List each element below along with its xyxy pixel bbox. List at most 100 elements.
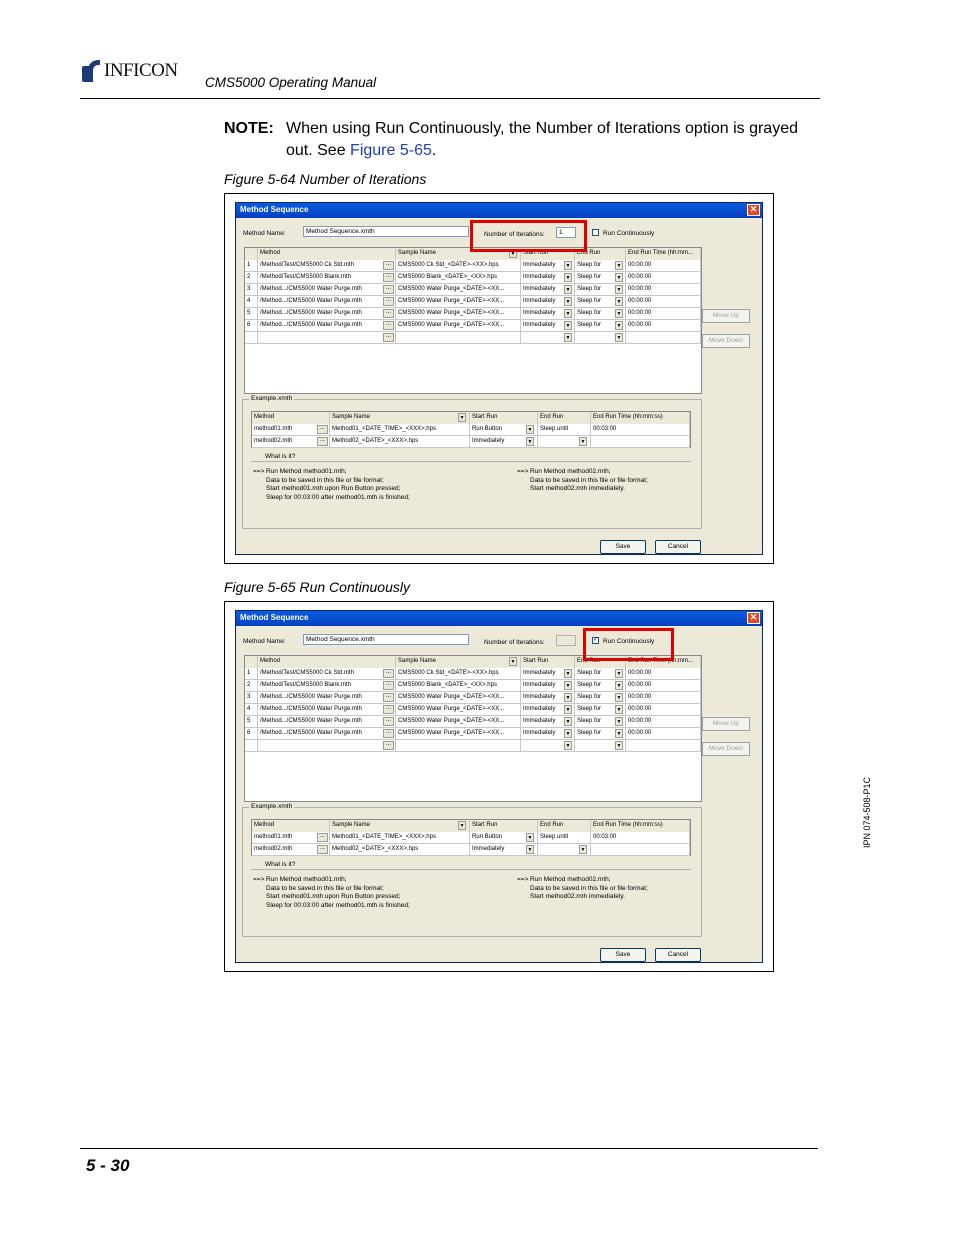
end-run-dropdown-icon[interactable]: ▼: [615, 729, 623, 738]
table-cell[interactable]: /Method.../CMS5000 Water Purge.mth: [258, 296, 396, 308]
table-cell[interactable]: 00:00:00: [626, 284, 701, 296]
table-cell[interactable]: 00:00:00: [626, 704, 701, 716]
end-run-dropdown-icon[interactable]: ▼: [615, 717, 623, 726]
start-run-dropdown-icon[interactable]: ▼: [564, 705, 572, 714]
table-cell[interactable]: /Method.../CMS5000 Water Purge.mth: [258, 284, 396, 296]
table-cell[interactable]: CMS5000 Ck Std_<DATE>-<XX>.hps: [396, 668, 521, 680]
start-run-dropdown-icon[interactable]: ▼: [564, 669, 572, 678]
move-up-button[interactable]: Move Up: [702, 309, 750, 323]
close-icon[interactable]: ✕: [747, 204, 760, 216]
start-run-dropdown-icon[interactable]: ▼: [564, 717, 572, 726]
browse-button[interactable]: ...: [383, 729, 394, 738]
browse-button[interactable]: ...: [383, 741, 394, 750]
table-cell[interactable]: CMS5000 Water Purge_<DATE>-<XX...: [396, 704, 521, 716]
start-run-dropdown-icon[interactable]: ▼: [564, 285, 572, 294]
table-cell[interactable]: 00:00:00: [626, 260, 701, 272]
end-run-dropdown-icon[interactable]: ▼: [615, 681, 623, 690]
end-run-dropdown-icon[interactable]: ▼: [615, 309, 623, 318]
table-cell[interactable]: 00:00:00: [626, 668, 701, 680]
table-cell[interactable]: CMS5000 Water Purge_<DATE>-<XX...: [396, 728, 521, 740]
table-cell[interactable]: CMS5000 Water Purge_<DATE>-<XX...: [396, 296, 521, 308]
table-cell[interactable]: 00:00:00: [626, 680, 701, 692]
table-cell[interactable]: /Method/Test/CMS5000 Ck Std.mth: [258, 260, 396, 272]
table-cell[interactable]: CMS5000 Blank_<DATE>_<XX>.hps: [396, 272, 521, 284]
method-name-input[interactable]: Method Sequence.xmth: [303, 226, 469, 237]
save-button[interactable]: Save: [600, 948, 646, 962]
table-cell[interactable]: CMS5000 Water Purge_<DATE>-<XX...: [396, 320, 521, 332]
start-run-dropdown-icon[interactable]: ▼: [564, 729, 572, 738]
start-run-dropdown-icon[interactable]: ▼: [564, 741, 572, 750]
table-cell[interactable]: 00:00:00: [626, 728, 701, 740]
browse-button[interactable]: ...: [383, 297, 394, 306]
start-run-dropdown-icon[interactable]: ▼: [564, 261, 572, 270]
iterations-input[interactable]: [556, 635, 576, 646]
browse-button[interactable]: ...: [383, 321, 394, 330]
browse-button[interactable]: ...: [383, 309, 394, 318]
end-run-dropdown-icon[interactable]: ▼: [615, 333, 623, 342]
start-run-dropdown-icon[interactable]: ▼: [564, 693, 572, 702]
table-cell[interactable]: 00:00:00: [626, 308, 701, 320]
table-cell[interactable]: 00:00:00: [626, 716, 701, 728]
end-run-dropdown-icon[interactable]: ▼: [615, 693, 623, 702]
table-cell[interactable]: [258, 332, 396, 344]
table-cell[interactable]: [626, 740, 701, 752]
table-cell[interactable]: [396, 740, 521, 752]
cancel-button[interactable]: Cancel: [655, 540, 701, 554]
end-run-dropdown-icon[interactable]: ▼: [615, 261, 623, 270]
table-cell[interactable]: 00:00:00: [626, 296, 701, 308]
move-down-button[interactable]: Move Down: [702, 742, 750, 756]
start-run-dropdown-icon[interactable]: ▼: [564, 681, 572, 690]
end-run-dropdown-icon[interactable]: ▼: [615, 273, 623, 282]
browse-button[interactable]: ...: [383, 285, 394, 294]
table-cell[interactable]: CMS5000 Ck Std_<DATE>-<XX>.hps: [396, 260, 521, 272]
end-run-dropdown-icon[interactable]: ▼: [615, 669, 623, 678]
table-cell[interactable]: CMS5000 Blank_<DATE>_<XX>.hps: [396, 680, 521, 692]
dropdown-icon[interactable]: ▼: [509, 657, 517, 666]
browse-button[interactable]: ...: [383, 693, 394, 702]
table-cell[interactable]: /Method/Test/CMS5000 Blank.mth: [258, 272, 396, 284]
close-icon[interactable]: ✕: [747, 612, 760, 624]
browse-button[interactable]: ...: [383, 705, 394, 714]
move-down-button[interactable]: Move Down: [702, 334, 750, 348]
end-run-dropdown-icon[interactable]: ▼: [615, 285, 623, 294]
browse-button[interactable]: ...: [383, 669, 394, 678]
end-run-dropdown-icon[interactable]: ▼: [615, 741, 623, 750]
table-cell[interactable]: [258, 740, 396, 752]
table-cell[interactable]: /Method.../CMS5000 Water Purge.mth: [258, 692, 396, 704]
start-run-dropdown-icon[interactable]: ▼: [564, 321, 572, 330]
browse-button[interactable]: ...: [383, 273, 394, 282]
table-cell[interactable]: /Method/Test/CMS5000 Blank.mth: [258, 680, 396, 692]
table-cell[interactable]: /Method.../CMS5000 Water Purge.mth: [258, 320, 396, 332]
table-cell[interactable]: 00:00:00: [626, 272, 701, 284]
table-cell[interactable]: /Method.../CMS5000 Water Purge.mth: [258, 728, 396, 740]
table-cell[interactable]: CMS5000 Water Purge_<DATE>-<XX...: [396, 284, 521, 296]
browse-button[interactable]: ...: [383, 717, 394, 726]
table-cell[interactable]: /Method.../CMS5000 Water Purge.mth: [258, 716, 396, 728]
table-cell[interactable]: CMS5000 Water Purge_<DATE>-<XX...: [396, 692, 521, 704]
figure-link[interactable]: Figure 5-65: [350, 142, 432, 159]
run-continuously-checkbox[interactable]: [592, 229, 599, 236]
table-cell[interactable]: /Method.../CMS5000 Water Purge.mth: [258, 704, 396, 716]
end-run-dropdown-icon[interactable]: ▼: [615, 705, 623, 714]
end-run-dropdown-icon[interactable]: ▼: [615, 321, 623, 330]
table-cell[interactable]: /Method.../CMS5000 Water Purge.mth: [258, 308, 396, 320]
browse-button[interactable]: ...: [383, 261, 394, 270]
table-cell[interactable]: /Method/Test/CMS5000 Ck Std.mth: [258, 668, 396, 680]
browse-button[interactable]: ...: [383, 681, 394, 690]
save-button[interactable]: Save: [600, 540, 646, 554]
start-run-dropdown-icon[interactable]: ▼: [564, 297, 572, 306]
table-cell[interactable]: [626, 332, 701, 344]
end-run-dropdown-icon[interactable]: ▼: [615, 297, 623, 306]
start-run-dropdown-icon[interactable]: ▼: [564, 309, 572, 318]
cancel-button[interactable]: Cancel: [655, 948, 701, 962]
start-run-dropdown-icon[interactable]: ▼: [564, 273, 572, 282]
browse-button[interactable]: ...: [383, 333, 394, 342]
method-name-input[interactable]: Method Sequence.xmth: [303, 634, 469, 645]
table-cell[interactable]: 00:00:00: [626, 320, 701, 332]
start-run-dropdown-icon[interactable]: ▼: [564, 333, 572, 342]
table-cell[interactable]: [396, 332, 521, 344]
table-cell[interactable]: 00:00:00: [626, 692, 701, 704]
move-up-button[interactable]: Move Up: [702, 717, 750, 731]
table-cell[interactable]: CMS5000 Water Purge_<DATE>-<XX...: [396, 308, 521, 320]
table-cell[interactable]: CMS5000 Water Purge_<DATE>-<XX...: [396, 716, 521, 728]
